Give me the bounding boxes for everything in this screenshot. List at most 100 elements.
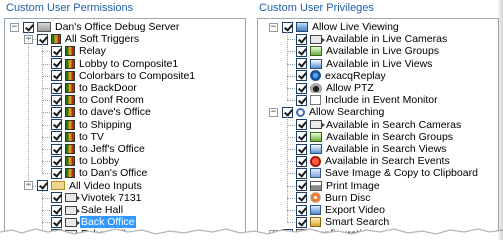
checkbox-checked-icon[interactable] (296, 143, 307, 155)
checkbox-checked-icon[interactable] (51, 192, 62, 204)
tree-item-label: Available in Live Views (326, 57, 433, 70)
checkbox-checked-icon[interactable] (37, 180, 48, 192)
checkbox-checked-icon[interactable] (296, 180, 307, 192)
tree-item-to-tv[interactable]: to TV (51, 131, 105, 143)
checkbox-checked-icon[interactable] (51, 70, 62, 82)
tree-item-label: Burn Disc (325, 191, 371, 204)
checkbox-checked-icon[interactable] (296, 58, 307, 70)
checkbox-checked-icon[interactable] (296, 155, 307, 167)
tree-item-to-dan-s-office[interactable]: to Dan's Office (51, 167, 148, 179)
tree-item-export-video[interactable]: Export Video (296, 204, 386, 216)
collapse-icon[interactable]: − (269, 22, 278, 32)
checkbox-checked-icon[interactable] (51, 58, 62, 70)
trigger-icon (65, 83, 75, 94)
checkbox-checked-icon[interactable] (282, 21, 293, 33)
tree-item-dan-s-office-debug-server[interactable]: − Dan's Office Debug Server (10, 21, 180, 33)
tree-item-label: exacqReplay (325, 69, 386, 82)
tree-item-to-dave-s-office[interactable]: to dave's Office (51, 106, 152, 118)
tree-item-relay[interactable]: Relay (51, 45, 107, 57)
tree-item-label: Allow Searching (309, 106, 385, 119)
export-icon (310, 205, 321, 216)
camera-icon (65, 205, 80, 215)
tree-item-sale-hall[interactable]: Sale Hall (51, 204, 124, 216)
server-icon (37, 22, 51, 33)
tree-item-label: Print Image (326, 179, 380, 192)
tree-item-available-in-live-cameras[interactable]: Available in Live Cameras (296, 33, 448, 45)
tree-item-available-in-search-groups[interactable]: Available in Search Groups (296, 131, 454, 143)
tree-item-available-in-search-cameras[interactable]: Available in Search Cameras (296, 119, 462, 131)
checkbox-checked-icon[interactable] (296, 192, 307, 204)
checkbox-checked-icon[interactable] (51, 94, 62, 106)
permissions-header: Custom User Permissions (0, 0, 250, 17)
event-monitor-icon (310, 95, 321, 106)
checkbox-checked-icon[interactable] (296, 82, 307, 94)
tree-item-exacqreplay[interactable]: exacqReplay (296, 70, 387, 82)
privileges-header: Custom User Privileges (253, 0, 503, 17)
tree-item-label: Save Image & Copy to Clipboard (325, 167, 478, 180)
tree-item-to-lobby[interactable]: to Lobby (51, 155, 120, 167)
checkbox-checked-icon[interactable] (296, 33, 307, 45)
tree-item-available-in-search-views[interactable]: Available in Search Views (296, 143, 447, 155)
permissions-panel: Custom User Permissions − Dan's Office De… (0, 0, 250, 240)
checkbox-checked-icon[interactable] (51, 82, 62, 94)
tree-item-lobby-to-composite1[interactable]: Lobby to Composite1 (51, 58, 179, 70)
checkbox-checked-icon[interactable] (296, 94, 307, 106)
tree-item-burn-disc[interactable]: Burn Disc (296, 192, 372, 204)
tree-item-label: Export Video (325, 204, 385, 217)
tree-item-vivotek-7131[interactable]: Vivotek 7131 (51, 192, 143, 204)
checkbox-checked-icon[interactable] (296, 131, 307, 143)
tree-item-save-image-copy-to-clipboard[interactable]: Save Image & Copy to Clipboard (296, 167, 479, 179)
tree-item-to-shipping[interactable]: to Shipping (51, 119, 133, 131)
checkbox-checked-icon[interactable] (296, 45, 307, 57)
checkbox-checked-icon[interactable] (23, 21, 34, 33)
checkbox-checked-icon[interactable] (51, 45, 62, 57)
tree-item-label: to dave's Office (79, 106, 151, 119)
tree-item-allow-ptz[interactable]: Allow PTZ (296, 82, 375, 94)
checkbox-checked-icon[interactable] (51, 131, 62, 143)
torn-edge (0, 228, 503, 240)
tree-item-label: Available in Live Groups (326, 45, 440, 58)
tree-item-available-in-live-groups[interactable]: Available in Live Groups (296, 45, 440, 57)
tree-item-print-image[interactable]: Print Image (296, 180, 381, 192)
tree-item-to-backdoor[interactable]: to BackDoor (51, 82, 138, 94)
tree-item-label: Vivotek 7131 (81, 191, 142, 204)
trigger-icon (65, 46, 75, 57)
tree-item-to-jeff-s-office[interactable]: to Jeff's Office (51, 143, 146, 155)
tree-item-label: Colorbars to Composite1 (79, 69, 196, 82)
tree-item-include-in-event-monitor[interactable]: Include in Event Monitor (296, 94, 439, 106)
checkbox-checked-icon[interactable] (37, 33, 48, 45)
view-icon (310, 144, 322, 155)
checkbox-checked-icon[interactable] (51, 204, 62, 216)
tree-item-label: Sale Hall (81, 204, 124, 217)
checkbox-checked-icon[interactable] (296, 167, 307, 179)
tree-item-allow-live-viewing[interactable]: − Allow Live Viewing (269, 21, 400, 33)
tree-item-label: Available in Search Events (325, 155, 450, 168)
checkbox-checked-icon[interactable] (282, 106, 293, 118)
checkbox-checked-icon[interactable] (51, 167, 62, 179)
tree-item-label: Dan's Office Debug Server (55, 21, 180, 34)
checkbox-checked-icon[interactable] (296, 70, 307, 82)
collapse-icon[interactable]: − (269, 107, 278, 117)
tree-item-label: Available in Search Groups (326, 130, 454, 143)
print-icon (310, 180, 322, 191)
collapse-icon[interactable]: − (10, 22, 19, 32)
view-icon (310, 58, 322, 69)
tree-item-to-conf-room[interactable]: to Conf Room (51, 94, 145, 106)
tree-item-colorbars-to-composite1[interactable]: Colorbars to Composite1 (51, 70, 196, 82)
checkbox-checked-icon[interactable] (51, 155, 62, 167)
exacq-icon (310, 70, 321, 82)
checkbox-checked-icon[interactable] (296, 204, 307, 216)
checkbox-checked-icon[interactable] (51, 143, 62, 155)
tree-item-label: to Conf Room (79, 94, 144, 107)
tree-item-label: Allow PTZ (326, 82, 374, 95)
trigger-icon (65, 131, 75, 142)
checkbox-checked-icon[interactable] (296, 119, 307, 131)
camera-icon (65, 193, 80, 203)
tree-item-available-in-search-events[interactable]: Available in Search Events (296, 155, 451, 167)
group-icon (310, 131, 322, 142)
checkbox-checked-icon[interactable] (51, 119, 62, 131)
tree-item-available-in-live-views[interactable]: Available in Live Views (296, 58, 433, 70)
tree-item-label: to Dan's Office (79, 167, 148, 180)
checkbox-checked-icon[interactable] (51, 106, 62, 118)
camera-folder-icon (51, 181, 65, 191)
